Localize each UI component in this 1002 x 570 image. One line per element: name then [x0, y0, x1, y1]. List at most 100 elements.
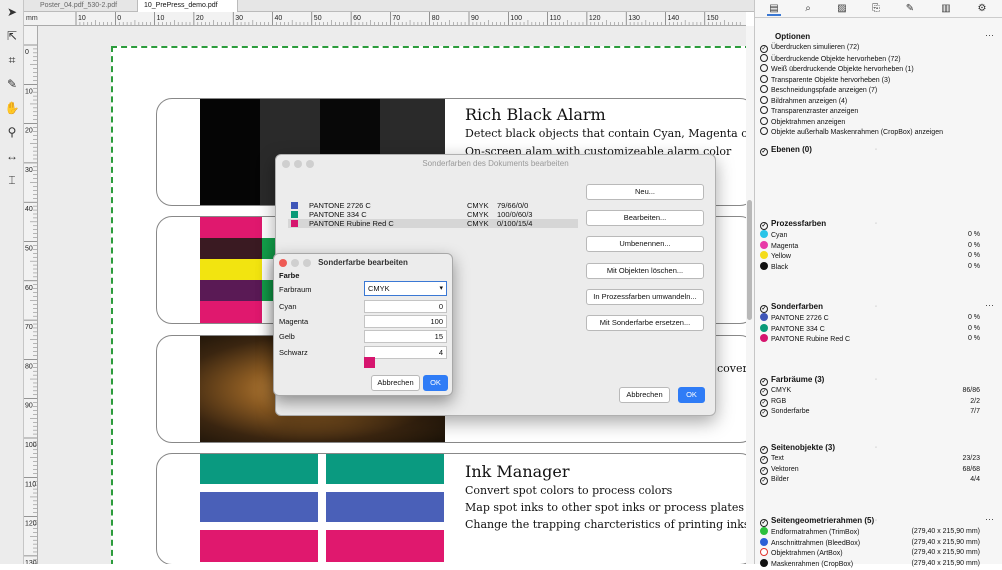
spot-color-row[interactable]: PANTONE 334 C — [760, 323, 825, 334]
direct-select-icon[interactable]: ⇱ — [4, 28, 20, 44]
cancel-button[interactable]: Abbrechen — [619, 387, 670, 403]
checkbox-icon[interactable] — [760, 106, 768, 114]
checkmark-icon[interactable]: ✓ — [760, 222, 768, 230]
checkbox-icon[interactable] — [760, 127, 768, 135]
spot-color-row[interactable]: PANTONE 2726 C CMYK 79/66/0/0 — [288, 201, 578, 210]
checkmark-icon[interactable]: ✓ — [760, 446, 768, 454]
box-dot-icon[interactable] — [760, 537, 768, 546]
preview-tab-icon[interactable]: ▤ — [767, 2, 781, 16]
more-options-icon[interactable]: ⋯ — [985, 30, 994, 41]
spot-color-row[interactable]: PANTONE Rubine Red C CMYK 0/100/15/4 — [288, 219, 578, 228]
option-row[interactable]: Bildrahmen anzeigen (4) — [760, 95, 847, 106]
box-dot-icon[interactable] — [760, 548, 768, 556]
sub-ok-button[interactable]: OK — [423, 375, 448, 391]
chevron-icon[interactable]: ◦ — [875, 518, 877, 524]
tab-prepress-demo[interactable]: 10_PrePress_demo.pdf — [138, 0, 238, 12]
checkbox-icon[interactable] — [760, 85, 768, 93]
measure-icon[interactable]: ↔ — [4, 148, 20, 164]
colorspace-row[interactable]: ✓ CMYK — [760, 386, 791, 396]
layers-section[interactable]: ✓ Ebenen (0) — [760, 145, 812, 156]
rename-button[interactable]: Umbenennen... — [586, 236, 704, 253]
option-row[interactable]: Weiß überdruckende Objekte hervorheben (… — [760, 64, 914, 74]
ok-button[interactable]: OK — [678, 387, 705, 403]
checkbox-icon[interactable]: ✓ — [760, 466, 768, 475]
more-options-icon[interactable]: ⋯ — [985, 300, 994, 311]
page-boxes-section[interactable]: ✓ Seitengeometrierahmen (5) — [760, 516, 874, 527]
checkbox-icon[interactable]: ✓ — [760, 477, 768, 485]
color-dot-icon[interactable] — [760, 323, 768, 332]
option-row[interactable]: Transparente Objekte hervorheben (3) — [760, 74, 890, 85]
new-button[interactable]: Neu... — [586, 184, 704, 200]
colorspace-row[interactable]: ✓ RGB — [760, 397, 786, 407]
checkbox-icon[interactable]: ✓ — [760, 409, 768, 417]
color-dot-icon[interactable] — [760, 240, 768, 249]
field-input-magenta[interactable]: 100 — [364, 315, 447, 329]
colorspace-select[interactable]: CMYK ▾ — [364, 281, 447, 296]
chevron-icon[interactable]: ◦ — [875, 147, 877, 153]
page-objects-section[interactable]: ✓ Seitenobjekte (3) — [760, 443, 835, 454]
checkmark-icon[interactable]: ✓ — [760, 305, 768, 313]
canvas-scroll-thumb[interactable] — [747, 200, 752, 320]
page-object-row[interactable]: ✓ Text — [760, 454, 784, 464]
checkmark-icon[interactable]: ✓ — [760, 519, 768, 527]
colorspace-row[interactable]: ✓ Sonderfarbe — [760, 407, 810, 417]
zoom-icon[interactable]: ⚲ — [4, 124, 20, 140]
field-input-gelb[interactable]: 15 — [364, 330, 447, 344]
color-dot-icon[interactable] — [760, 261, 768, 270]
process-color-row[interactable]: Cyan — [760, 230, 787, 240]
page-box-row[interactable]: Anschnittrahmen (BleedBox) — [760, 537, 860, 548]
spot-color-row[interactable]: PANTONE 2726 C — [760, 313, 829, 323]
checkbox-icon[interactable]: ✓ — [760, 456, 768, 464]
colorspaces-section[interactable]: ✓ Farbräume (3) — [760, 375, 824, 386]
color-dot-icon[interactable] — [760, 230, 768, 238]
field-input-cyan[interactable]: 0 — [364, 300, 447, 313]
process-color-row[interactable]: Magenta — [760, 240, 798, 251]
spot-colors-section[interactable]: ✓ Sonderfarben — [760, 302, 823, 313]
checkbox-icon[interactable] — [760, 53, 768, 62]
color-dot-icon[interactable] — [760, 313, 768, 321]
chevron-icon[interactable]: ◦ — [875, 445, 877, 451]
page-object-row[interactable]: ✓ Bilder — [760, 475, 789, 485]
sub-cancel-button[interactable]: Abbrechen — [371, 375, 420, 391]
checkbox-icon[interactable] — [760, 95, 768, 104]
checkbox-icon[interactable]: ✓ — [760, 388, 768, 396]
chevron-icon[interactable]: ◦ — [875, 377, 877, 383]
settings-tab-icon[interactable]: ⚙ — [975, 2, 989, 16]
inspect-tab-icon[interactable]: ⌕ — [801, 2, 815, 16]
checkbox-icon[interactable] — [760, 116, 768, 125]
page-box-row[interactable]: Endformatrahmen (TrimBox) — [760, 527, 859, 537]
gradient-tab-icon[interactable]: ▥ — [939, 2, 953, 16]
box-dot-icon[interactable] — [760, 558, 768, 567]
color-dot-icon[interactable] — [760, 334, 768, 342]
box-dot-icon[interactable] — [760, 527, 768, 535]
checkmark-icon[interactable]: ✓ — [760, 378, 768, 386]
checkbox-icon[interactable] — [760, 74, 768, 83]
replace-with-spot-button[interactable]: Mit Sonderfarbe ersetzen... — [586, 315, 704, 331]
option-row[interactable]: ✓ Überdrucken simulieren (72) — [760, 43, 859, 53]
tab-poster[interactable]: Poster_04.pdf_530-2.pdf — [34, 0, 138, 12]
eyedropper-icon[interactable]: ✎ — [4, 76, 20, 92]
process-colors-section[interactable]: ✓ Prozessfarben — [760, 219, 826, 230]
more-options-icon[interactable]: ⋯ — [985, 514, 994, 525]
color-dot-icon[interactable] — [760, 251, 768, 259]
page-object-row[interactable]: ✓ Vektoren — [760, 465, 799, 475]
edit-tab-icon[interactable]: ✎ — [903, 2, 917, 16]
chevron-icon[interactable]: ◦ — [875, 304, 877, 310]
crop-icon[interactable]: ⌗ — [4, 52, 20, 68]
chevron-icon[interactable]: ◦ — [875, 221, 877, 227]
convert-to-process-button[interactable]: In Prozessfarben umwandeln... — [586, 288, 704, 305]
hand-icon[interactable]: ✋ — [4, 100, 20, 116]
delete-with-objects-button[interactable]: Mit Objekten löschen... — [586, 262, 704, 279]
spot-color-row[interactable]: PANTONE Rubine Red C — [760, 334, 850, 344]
edit-button[interactable]: Bearbeiten... — [586, 210, 704, 227]
process-color-row[interactable]: Yellow — [760, 251, 791, 261]
field-input-schwarz[interactable]: 4 — [364, 345, 447, 359]
process-color-row[interactable]: Black — [760, 261, 788, 272]
option-row[interactable]: Objektrahmen anzeigen — [760, 116, 845, 127]
text-cursor-icon[interactable]: ⌶ — [4, 172, 20, 188]
checkbox-icon[interactable]: ✓ — [760, 398, 768, 407]
option-row[interactable]: Objekte außerhalb Maskenrahmen (CropBox)… — [760, 127, 943, 137]
option-row[interactable]: Beschneidungspfade anzeigen (7) — [760, 85, 877, 95]
select-arrow-icon[interactable]: ➤ — [4, 4, 20, 20]
checkbox-icon[interactable]: ✓ — [760, 45, 768, 53]
